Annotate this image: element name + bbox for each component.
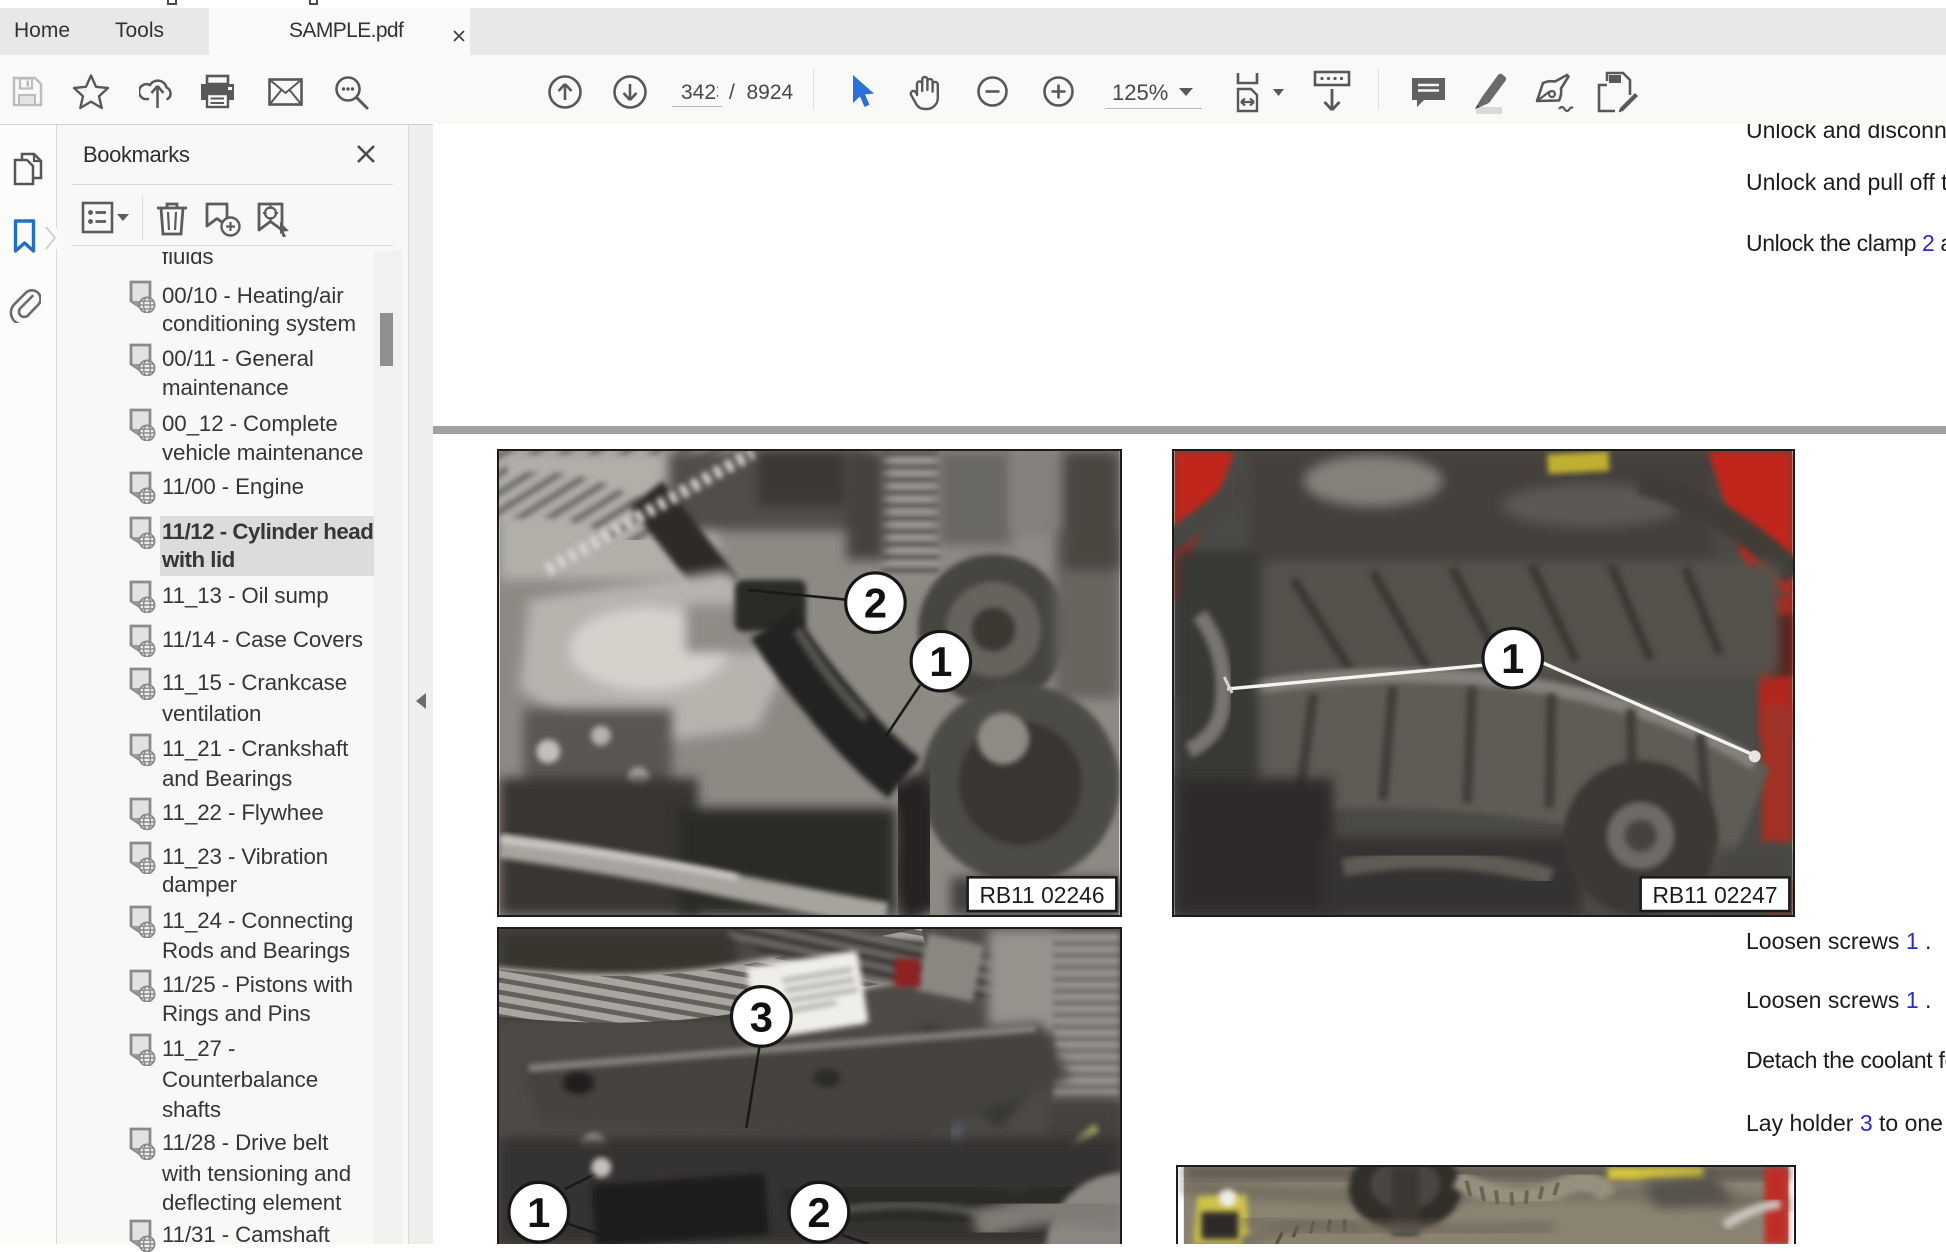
svg-text:2: 2 (807, 1189, 830, 1236)
svg-text:RB11 02246: RB11 02246 (979, 882, 1104, 908)
svg-text:1: 1 (1501, 635, 1524, 682)
svg-text:RB11 02247: RB11 02247 (1652, 882, 1777, 908)
svg-text:2: 2 (864, 580, 887, 627)
svg-text:1: 1 (527, 1189, 550, 1236)
svg-text:3: 3 (750, 993, 773, 1040)
svg-text:1: 1 (929, 638, 952, 685)
